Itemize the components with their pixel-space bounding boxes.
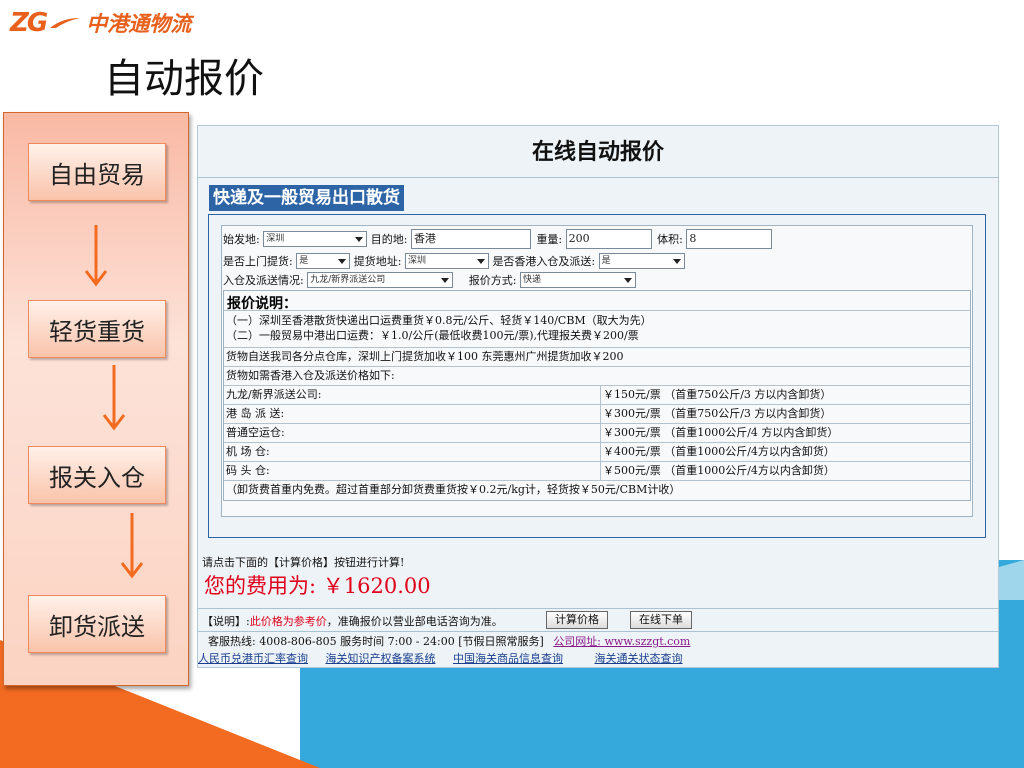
card-title: 在线自动报价 [531,139,664,165]
delivery-price: ￥300元/票 （首重750公斤/3 方以内含卸货） [600,405,831,424]
origin-label: 始发地: [223,233,260,246]
fee-result: 您的费用为: ￥1620.00 [204,574,431,598]
pickup-address-select[interactable]: 深圳 [404,253,489,269]
disclaimer-suffix: ，准确报价以营业部电话咨询为准。 [326,615,503,628]
disclaimer: 【说明】:此价格为参考价，准确报价以营业部电话咨询为准。 [202,613,503,629]
chevron-down-icon [441,278,450,283]
card-divider [198,177,998,178]
footer-contact: 客服热线: 4008-806-805 服务时间 7:00 - 24:00 [节假… [208,633,690,649]
delivery-name: 港 岛 派 送: [226,407,285,420]
chevron-down-icon [355,237,364,242]
calc-hint: 请点击下面的【计算价格】按钮进行计算! [202,556,405,569]
price-note-line: （一）深圳至香港散货快递出口运费重货￥0.8元/公斤、轻货￥140/CBM（取大… [224,310,970,347]
delivery-name: 机 场 仓: [226,445,270,458]
chevron-down-icon [623,278,632,283]
destination-label: 目的地: [370,233,408,246]
flow-step-4: 卸货派送 [28,595,166,653]
customs-status-link[interactable]: 海关通关状态查询 [595,652,683,665]
exchange-rate-link[interactable]: 人民币兑港币汇率查询 [198,652,308,665]
hk-delivery-label: 是否香港入仓及派送: [492,255,596,268]
delivery-name: 九龙/新界派送公司: [226,388,322,401]
logo-text: 中港通物流 [86,12,192,36]
disclaimer-prefix: 【说明】: [202,615,250,628]
pickup-address-label: 提货地址: [353,255,402,268]
logo-swoosh-icon [50,18,81,28]
calculate-price-button[interactable]: 计算价格 [546,611,608,629]
weight-input[interactable]: 200 [565,229,652,249]
table-row: 普通空运仓: ￥300元/票 （首重1000公斤/4 方以内含卸货） [224,423,970,443]
flow-step-2: 轻货重货 [28,300,166,358]
destination-input[interactable]: 香港 [410,229,531,249]
pickup-label: 是否上门提货: [223,255,293,268]
tab-express-export[interactable]: 快递及一般贸易出口散货 [209,185,404,211]
action-bar: 【说明】:此价格为参考价，准确报价以营业部电话咨询为准。 计算价格 在线下单 [198,608,998,632]
pickup-value: 是 [299,256,309,266]
quote-mode-select[interactable]: 快递 [519,272,636,288]
form-inner: 始发地: 深圳 目的地: 香港 重量: 200 体积: 8 是否上门提货: 是 … [221,225,973,517]
form-section: 始发地: 深圳 目的地: 香港 重量: 200 体积: 8 是否上门提货: 是 … [208,214,986,538]
chevron-down-icon [338,259,347,264]
ip-record-link[interactable]: 海关知识产权备案系统 [326,652,436,665]
quote-mode-label: 报价方式: [468,274,517,287]
table-row: 机 场 仓: ￥400元/票 （首重1000公斤/4方以内含卸货） [224,442,970,462]
hotline-text: 客服热线: 4008-806-805 服务时间 7:00 - 24:00 [节假… [208,635,544,648]
arrow-down-icon [102,365,126,431]
form-row-3: 入仓及派送情况: 九龙/新界派送公司 报价方式: 快递 [223,272,636,288]
volume-label: 体积: [657,233,683,246]
price-note-line: 货物如需香港入仓及派送价格如下: [224,366,970,386]
pickup-address-value: 深圳 [407,256,426,266]
warehouse-select[interactable]: 九龙/新界派送公司 [307,272,454,288]
hk-delivery-select[interactable]: 是 [598,253,685,269]
warehouse-label: 入仓及派送情况: [223,274,304,287]
table-row: 九龙/新界派送公司: ￥150元/票 （首重750公斤/3 方以内含卸货） [224,385,970,405]
price-footnote: （卸货费首重内免费。超过首重部分卸货费重货按￥0.2元/kg计，轻货按￥50元/… [226,483,681,496]
price-notes-box: 报价说明： （一）深圳至香港散货快递出口运费重货￥0.8元/公斤、轻货￥140/… [223,290,971,501]
price-note-1: （一）深圳至香港散货快递出口运费重货￥0.8元/公斤、轻货￥140/CBM（取大… [226,314,652,327]
price-note-line: （卸货费首重内免费。超过首重部分卸货费重货按￥0.2元/kg计，轻货按￥50元/… [224,480,970,500]
flow-panel: 自由贸易 轻货重货 报关入仓 卸货派送 [3,112,189,686]
hk-delivery-value: 是 [601,256,611,266]
warehouse-value: 九龙/新界派送公司 [310,275,386,285]
weight-label: 重量: [536,233,563,246]
form-row-2: 是否上门提货: 是 提货地址: 深圳 是否香港入仓及派送: 是 [223,253,685,269]
company-site-link[interactable]: 公司网址: www.szzgt.com [553,635,690,648]
slide-title: 自动报价 [104,56,264,102]
table-row: 码 头 仓: ￥500元/票 （首重1000公斤/4方以内含卸货） [224,461,970,481]
quote-mode-value: 快递 [522,275,541,285]
price-note-line: 货物自送我司各分点仓库，深圳上门提货加收￥100 东莞惠州广州提货加收￥200 [224,347,970,367]
table-row: 港 岛 派 送: ￥300元/票 （首重750公斤/3 方以内含卸货） [224,404,970,424]
delivery-price: ￥150元/票 （首重750公斤/3 方以内含卸货） [600,386,831,405]
customs-goods-link[interactable]: 中国海关商品信息查询 [453,652,563,665]
disclaimer-highlight: 此价格为参考价 [249,615,327,628]
footer-links: 人民币兑港币汇率查询 海关知识产权备案系统 中国海关商品信息查询 海关通关状态查… [198,650,697,666]
delivery-price: ￥400元/票 （首重1000公斤/4方以内含卸货） [600,443,835,462]
chevron-down-icon [672,259,681,264]
logo-mark: ZG [10,8,48,38]
arrow-down-icon [120,513,144,579]
pickup-select[interactable]: 是 [296,253,351,269]
flow-step-3: 报关入仓 [28,446,166,504]
origin-value: 深圳 [266,234,285,244]
delivery-name: 普通空运仓: [226,426,285,439]
online-order-button[interactable]: 在线下单 [630,611,692,629]
delivery-name: 码 头 仓: [226,464,270,477]
quote-card: 在线自动报价 快递及一般贸易出口散货 始发地: 深圳 目的地: 香港 重量: 2… [197,125,999,668]
form-row-1: 始发地: 深圳 目的地: 香港 重量: 200 体积: 8 [223,229,773,249]
price-note-3: 货物自送我司各分点仓库，深圳上门提货加收￥100 东莞惠州广州提货加收￥200 [226,350,624,363]
price-note-4: 货物如需香港入仓及派送价格如下: [226,369,395,382]
chevron-down-icon [476,259,485,264]
price-note-2: （二）一般贸易中港出口运费：￥1.0/公斤(最低收费100元/票),代理报关费￥… [226,329,639,342]
arrow-down-icon [84,225,108,287]
company-logo: ZG 中港通物流 [10,8,191,38]
delivery-price: ￥500元/票 （首重1000公斤/4方以内含卸货） [600,462,835,481]
flow-step-1: 自由贸易 [28,143,166,201]
delivery-price: ￥300元/票 （首重1000公斤/4 方以内含卸货） [600,424,838,443]
volume-input[interactable]: 8 [686,229,773,249]
origin-select[interactable]: 深圳 [263,231,368,247]
